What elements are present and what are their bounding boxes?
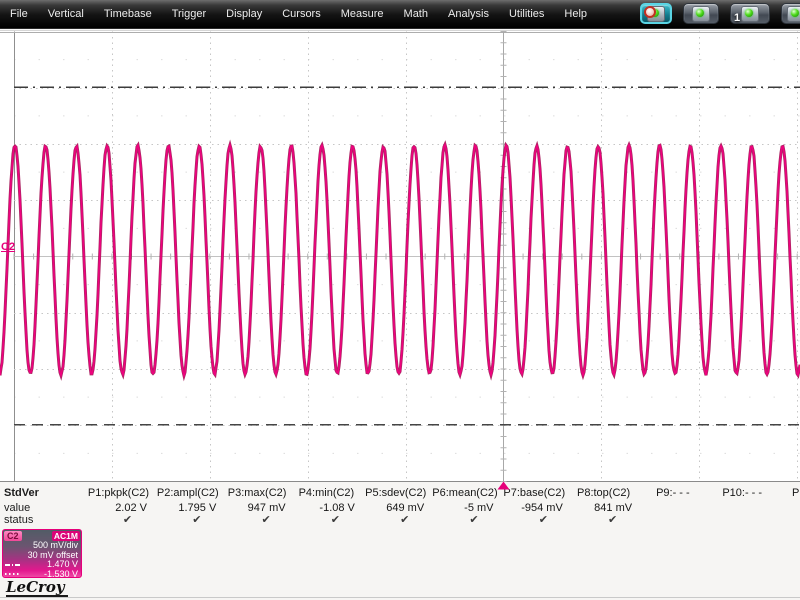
channel-zero-marker[interactable]: C2 bbox=[1, 242, 15, 253]
measure-value-p1: 2.02 V bbox=[115, 502, 147, 514]
measure-value-p2: 1.795 V bbox=[178, 502, 217, 514]
waveform-trace-edge bbox=[0, 139, 800, 382]
measure-status-p8: ✔ bbox=[607, 514, 618, 526]
alarm-clock-icon bbox=[644, 6, 656, 18]
status-panel: StdVer value status P1:pkpk(C2) 2.02 V ✔ P2… bbox=[0, 481, 800, 600]
menu-item-measure[interactable]: Measure bbox=[331, 0, 394, 28]
footer-divider bbox=[0, 597, 800, 598]
measure-status-p6: ✔ bbox=[469, 514, 479, 526]
display-lamp-button[interactable] bbox=[683, 3, 719, 24]
measure-status-p1: ✔ bbox=[122, 514, 133, 526]
measure-value-p7: -954 mV bbox=[521, 502, 563, 514]
display-lamp-clipped-button[interactable] bbox=[781, 3, 800, 24]
measure-label-p9[interactable]: P9:- - - bbox=[638, 487, 707, 499]
menu-item-cursors[interactable]: Cursors bbox=[272, 0, 331, 28]
menu-item-analysis[interactable]: Analysis bbox=[438, 0, 499, 28]
measure-row-label-value: value bbox=[4, 502, 31, 514]
oscilloscope-application: File Vertical Timebase Trigger Display Cursor… bbox=[0, 0, 800, 600]
display-green-icon bbox=[692, 5, 710, 22]
measure-value-p3: 947 mV bbox=[247, 502, 286, 514]
measure-value-p6: -5 mV bbox=[464, 502, 494, 514]
measure-row-label-status: status bbox=[4, 514, 34, 526]
dotted-line-icon bbox=[5, 573, 20, 576]
display-green-icon bbox=[741, 5, 759, 22]
button-number-label: 1 bbox=[734, 12, 741, 24]
toolbar-button-group: 1 bbox=[640, 3, 800, 24]
lecroy-logo: LeCroy bbox=[6, 580, 68, 597]
measure-status-p2: ✔ bbox=[192, 514, 202, 526]
measure-status-p3: ✔ bbox=[261, 514, 271, 526]
display-lamp-1-button[interactable]: 1 bbox=[730, 3, 770, 24]
menu-item-help[interactable]: Help bbox=[554, 0, 597, 28]
menu-bar: File Vertical Timebase Trigger Display Cursor… bbox=[0, 0, 800, 29]
measure-label-p10[interactable]: P10:- - - bbox=[708, 487, 777, 499]
measure-label-p5[interactable]: P5:sdev(C2) bbox=[361, 487, 430, 499]
waveform-trace bbox=[0, 142, 800, 379]
measure-value-p8: 841 mV bbox=[594, 502, 633, 514]
measure-label-p7[interactable]: P7:base(C2) bbox=[500, 487, 569, 499]
channel-name-badge: C2 bbox=[4, 531, 22, 541]
measure-label-p11[interactable]: P11:- - - bbox=[777, 487, 800, 499]
measure-label-p1[interactable]: P1:pkpk(C2) bbox=[84, 487, 153, 499]
waveform-display[interactable]: C2 bbox=[0, 31, 800, 490]
lower-level-value: -1.530 V bbox=[43, 568, 78, 578]
measure-status-p7: ✔ bbox=[538, 514, 548, 526]
menu-item-utilities[interactable]: Utilities bbox=[499, 0, 554, 28]
timer-capture-button[interactable] bbox=[640, 3, 672, 24]
measure-status-p5: ✔ bbox=[400, 514, 410, 526]
measure-value-p5: 649 mV bbox=[386, 502, 425, 514]
menu-item-timebase[interactable]: Timebase bbox=[94, 0, 162, 28]
measure-status-p4: ✔ bbox=[330, 514, 340, 526]
menu-item-display[interactable]: Display bbox=[216, 0, 272, 28]
menu-item-file[interactable]: File bbox=[0, 0, 38, 28]
menu-item-trigger[interactable]: Trigger bbox=[162, 0, 216, 28]
measure-label-p6[interactable]: P6:mean(C2) bbox=[431, 487, 500, 499]
measure-value-p4: -1.08 V bbox=[319, 502, 355, 514]
measure-label-p4[interactable]: P4:min(C2) bbox=[292, 487, 361, 499]
measure-label-p3[interactable]: P3:max(C2) bbox=[223, 487, 292, 499]
channel-descriptor-c2[interactable]: C2 AC1M 500 mV/div 30 mV offset 1.470 V … bbox=[2, 529, 82, 578]
measure-label-p8[interactable]: P8:top(C2) bbox=[569, 487, 638, 499]
menu-item-math[interactable]: Math bbox=[394, 0, 438, 28]
measure-label-p2[interactable]: P2:ampl(C2) bbox=[153, 487, 222, 499]
grid-and-trace-canvas bbox=[0, 31, 800, 490]
display-green-icon bbox=[787, 5, 800, 22]
measure-table-title: StdVer bbox=[4, 487, 39, 499]
menu-item-vertical[interactable]: Vertical bbox=[38, 0, 94, 28]
dashdot-line-icon bbox=[5, 563, 20, 566]
